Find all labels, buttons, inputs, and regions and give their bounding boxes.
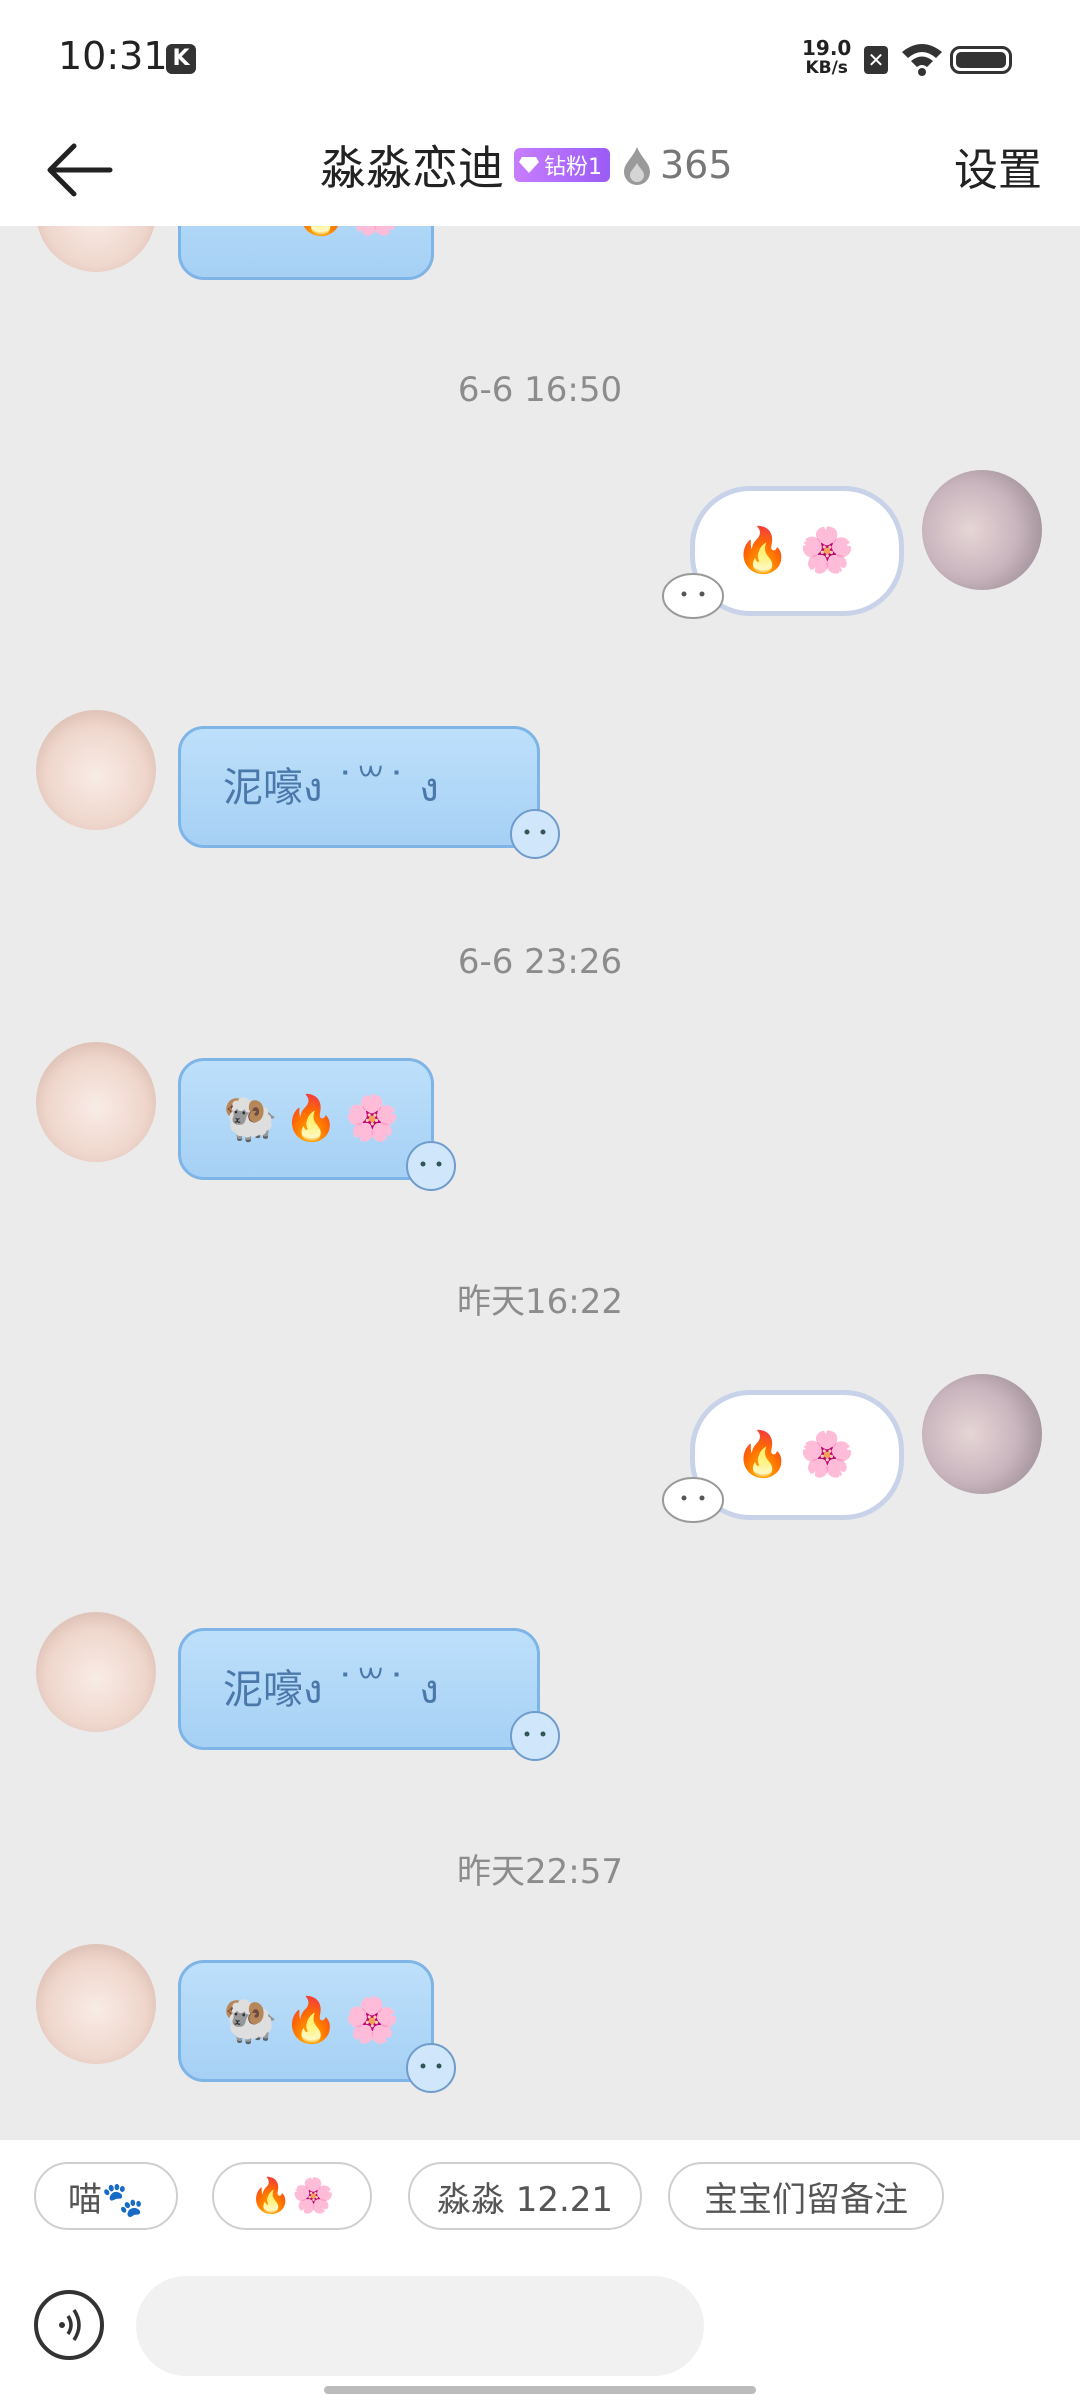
quick-reply-chip[interactable]: 🔥🌸 <box>212 2162 372 2230</box>
incoming-message-bubble[interactable]: 泥嚎ง ˙꒳˙ ง <box>178 1628 540 1750</box>
fan-level-badge: 钻粉1 <box>514 148 610 182</box>
home-indicator[interactable] <box>324 2386 756 2394</box>
settings-button[interactable]: 设置 <box>954 134 1042 198</box>
my-avatar[interactable] <box>922 1374 1042 1494</box>
voice-input-button[interactable] <box>34 2290 104 2360</box>
quick-reply-chip[interactable]: 宝宝们留备注 <box>668 2162 944 2230</box>
status-time: 10:31 <box>58 34 168 78</box>
wifi-icon <box>902 44 942 76</box>
contact-avatar[interactable] <box>36 1042 156 1162</box>
bear-sticker-icon <box>406 1141 456 1191</box>
bear-sticker-icon <box>510 1711 560 1761</box>
contact-avatar[interactable] <box>36 1612 156 1732</box>
incoming-message-bubble[interactable]: 🔥🌸 <box>178 226 434 280</box>
quick-reply-chip[interactable]: 淼淼 12.21 <box>408 2162 642 2230</box>
bear-sticker-icon <box>406 2043 456 2093</box>
incoming-message-bubble[interactable]: 泥嚎ง ˙꒳˙ ง <box>178 726 540 848</box>
quick-reply-bar: 喵🐾 🔥🌸 淼淼 12.21 宝宝们留备注 <box>0 2140 1080 2258</box>
input-bar <box>0 2258 1080 2400</box>
message-timestamp: 6-6 23:26 <box>457 942 623 982</box>
message-timestamp: 昨天16:22 <box>457 1282 623 1322</box>
chat-title: 淼淼恋迪 <box>320 141 504 195</box>
message-list[interactable]: 🔥🌸 6-6 16:50 🔥 🌸 泥嚎ง ˙꒳˙ ง 6-6 23:26 🐏 🔥… <box>0 226 1080 2140</box>
heat-value: 365 <box>660 143 733 187</box>
contact-avatar[interactable] <box>36 710 156 830</box>
quick-reply-chip[interactable]: 喵🐾 <box>34 2162 178 2230</box>
contact-avatar[interactable] <box>36 226 156 272</box>
message-input[interactable] <box>136 2276 704 2376</box>
message-text: 泥嚎ง ˙꒳˙ ง <box>223 1667 439 1713</box>
no-sim-icon: ✕ <box>864 46 888 74</box>
cat-sticker-icon <box>662 1477 724 1523</box>
my-avatar[interactable] <box>922 470 1042 590</box>
bear-sticker-icon <box>510 809 560 859</box>
battery-icon <box>950 46 1012 74</box>
contact-avatar[interactable] <box>36 1944 156 2064</box>
message-timestamp: 6-6 16:50 <box>457 370 623 410</box>
flame-icon <box>624 147 650 185</box>
fan-level-label: 钻粉1 <box>544 155 602 180</box>
message-text: 泥嚎ง ˙꒳˙ ง <box>223 765 439 811</box>
network-speed: 19.0 KB/s <box>802 36 852 78</box>
message-timestamp: 昨天22:57 <box>457 1852 623 1892</box>
back-arrow-icon[interactable] <box>40 130 120 210</box>
title-group: 淼淼恋迪 钻粉1 365 <box>320 130 733 200</box>
status-bar: 10:31 K 19.0 KB/s ✕ <box>0 0 1080 110</box>
app-notification-icon: K <box>166 44 196 74</box>
diamond-icon <box>519 157 539 173</box>
cat-sticker-icon <box>662 573 724 619</box>
chat-header: 淼淼恋迪 钻粉1 365 设置 <box>0 110 1080 226</box>
sound-wave-icon <box>59 2309 81 2341</box>
